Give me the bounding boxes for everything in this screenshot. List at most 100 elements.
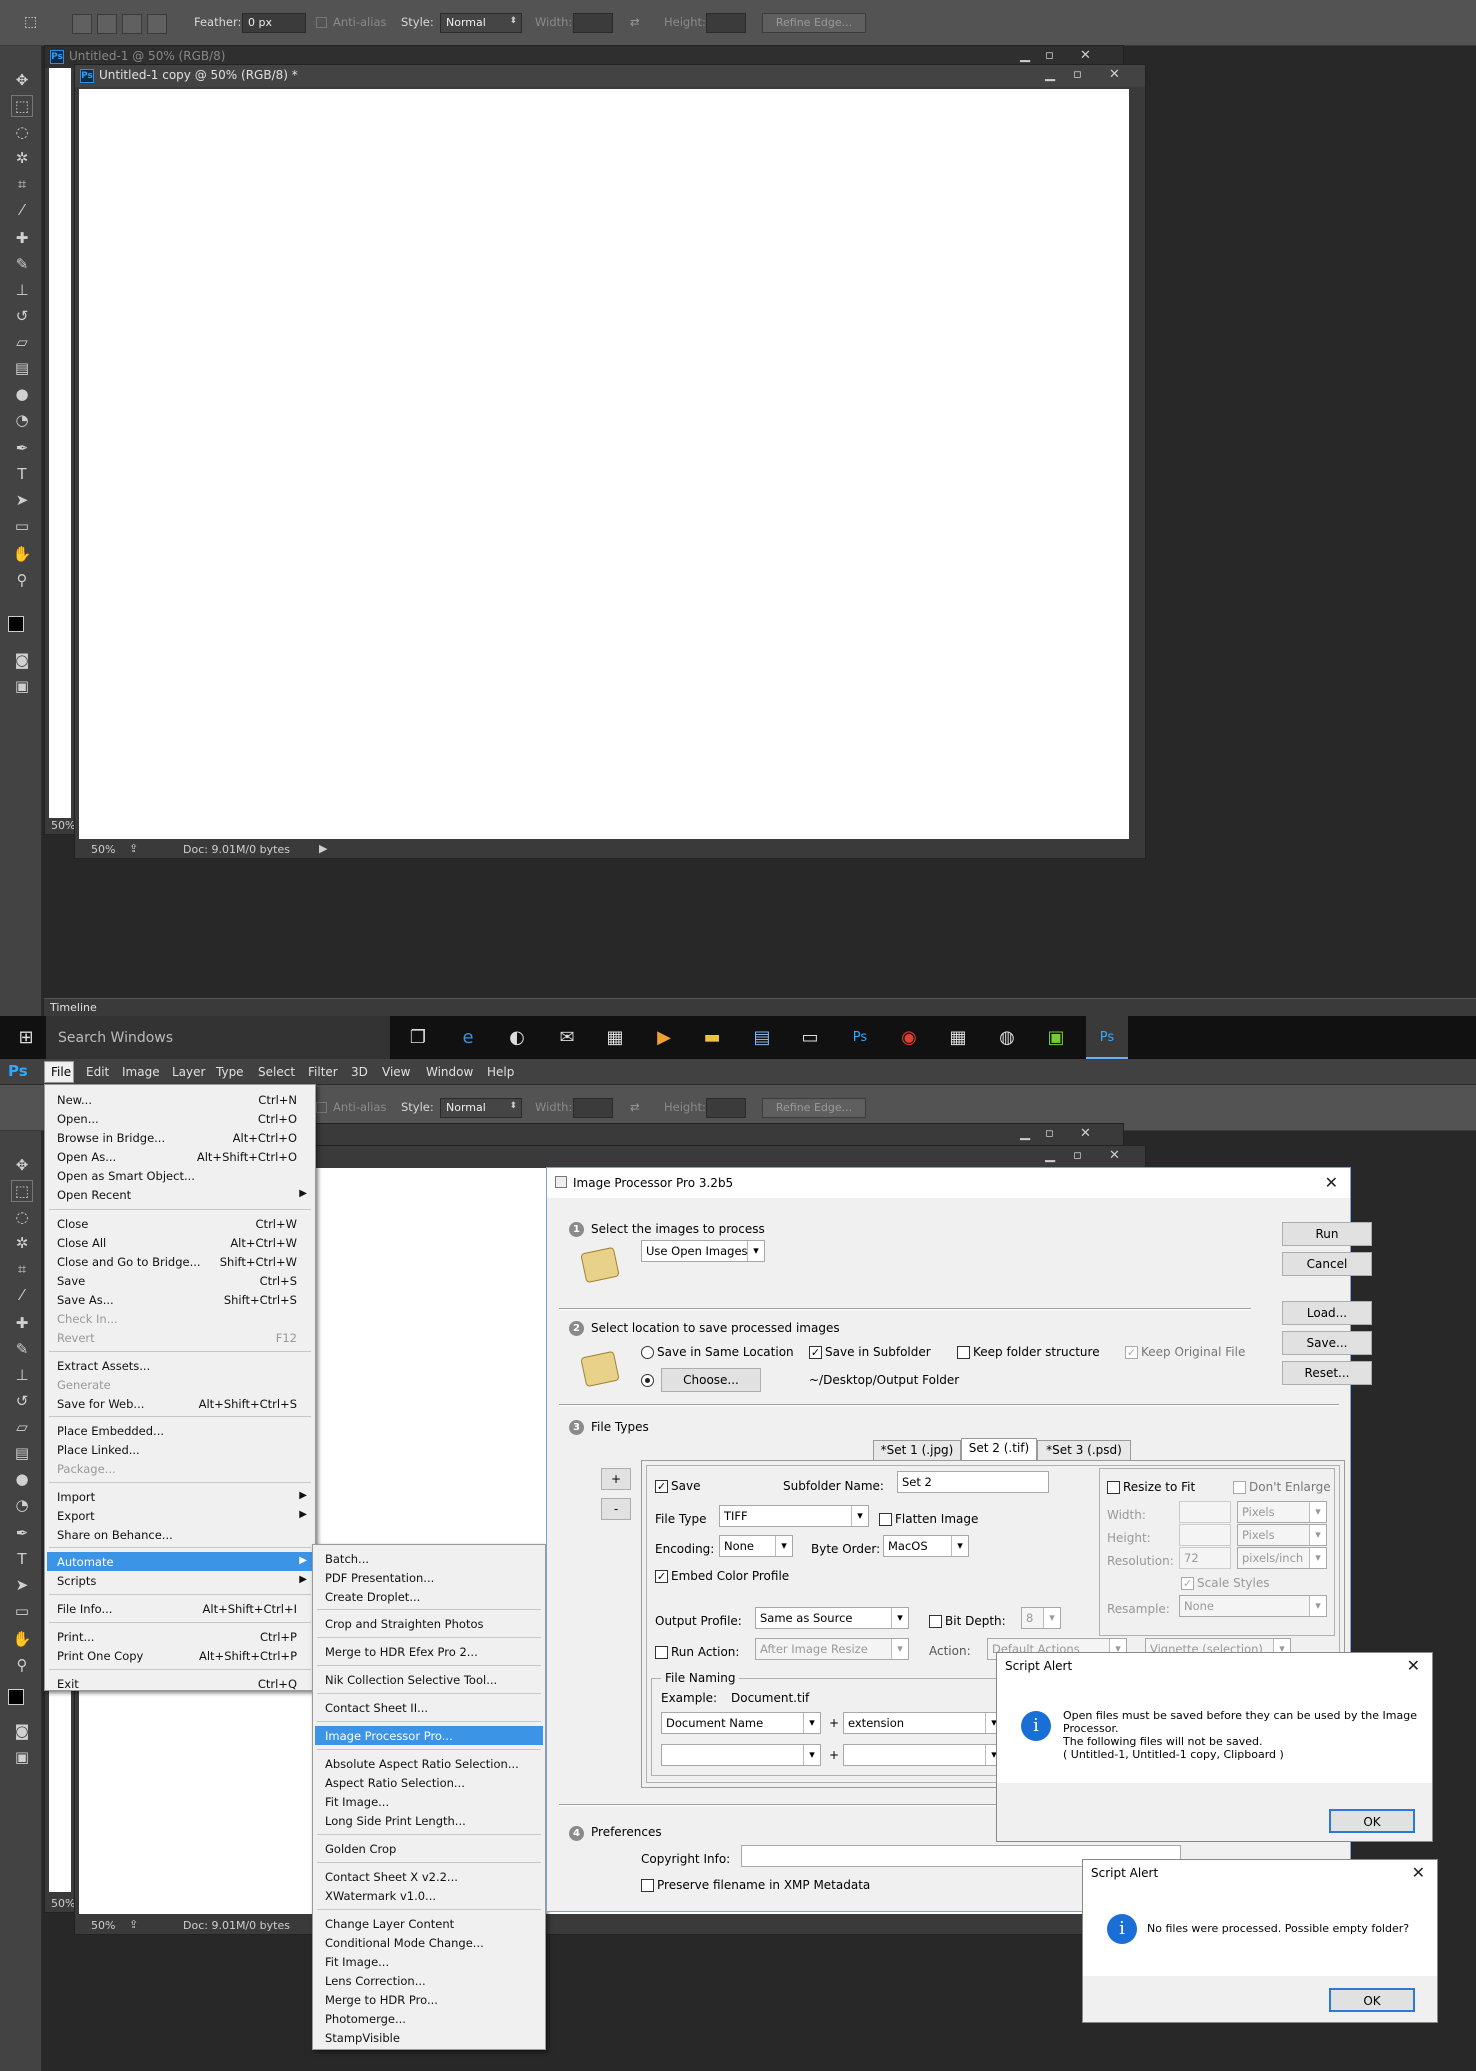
pen-tool-icon[interactable]: ✒ — [12, 438, 32, 458]
height-unit-select[interactable]: Pixels — [1237, 1524, 1327, 1546]
choose-radio[interactable] — [641, 1374, 654, 1387]
automate-menu-item[interactable]: Image Processor Pro... — [325, 1729, 453, 1743]
file-menu-item[interactable]: Close All — [57, 1236, 106, 1250]
naming-3-select[interactable] — [661, 1744, 821, 1766]
tab-set-1[interactable]: *Set 1 (.jpg) — [873, 1440, 961, 1460]
add-set-button[interactable]: + — [601, 1468, 631, 1490]
path-select-icon[interactable]: ➤ — [12, 1575, 32, 1595]
cancel-button[interactable]: Cancel — [1282, 1252, 1372, 1276]
feather-input[interactable]: 0 px — [242, 13, 306, 33]
file-menu-item[interactable]: Print One Copy — [57, 1649, 143, 1663]
store-icon[interactable]: ▦ — [603, 1026, 627, 1050]
height-input[interactable] — [1179, 1524, 1231, 1546]
eyedropper-icon[interactable]: ⁄ — [12, 200, 32, 220]
hand-tool-icon[interactable]: ✋ — [12, 544, 32, 564]
swap-icon[interactable]: ⇄ — [630, 15, 640, 29]
calculator-icon[interactable]: ▦ — [946, 1026, 970, 1050]
automate-menu-item[interactable]: Change Layer Content — [325, 1917, 454, 1931]
menu-window[interactable]: Window — [426, 1065, 473, 1079]
file-menu-item[interactable]: Automate — [57, 1555, 114, 1569]
subtract-selection-icon[interactable] — [122, 14, 142, 34]
status-arrow-icon[interactable]: ▶ — [319, 842, 327, 855]
lasso-tool-icon[interactable]: ◌ — [12, 1207, 32, 1227]
close-icon[interactable]: ✕ — [1080, 48, 1091, 63]
naming-2-select[interactable]: extension — [843, 1712, 1003, 1734]
ok-button[interactable]: OK — [1329, 1988, 1415, 2012]
reset-button[interactable]: Reset... — [1282, 1361, 1372, 1385]
run-action-checkbox[interactable] — [655, 1646, 668, 1659]
maximize-icon[interactable]: ▫ — [1045, 48, 1054, 63]
save-set-checkbox[interactable]: ✓ — [655, 1480, 668, 1493]
screen-mode-icon[interactable]: ▣ — [12, 1747, 32, 1767]
bit-depth-select[interactable]: 8 — [1021, 1607, 1061, 1629]
height-input[interactable] — [706, 13, 746, 33]
eyedropper-icon[interactable]: ⁄ — [12, 1285, 32, 1305]
file-menu-item[interactable]: Browse in Bridge... — [57, 1131, 165, 1145]
dodge-tool-icon[interactable]: ◔ — [12, 1495, 32, 1515]
search-box[interactable]: Search Windows — [46, 1016, 390, 1059]
automate-menu-item[interactable]: Create Droplet... — [325, 1590, 420, 1604]
automate-menu-item[interactable]: Lens Correction... — [325, 1974, 426, 1988]
resolution-unit-select[interactable]: pixels/inch — [1237, 1547, 1327, 1569]
file-menu-item[interactable]: Print... — [57, 1630, 94, 1644]
gradient-icon[interactable]: ▤ — [12, 358, 32, 378]
chrome-icon[interactable]: ◉ — [897, 1026, 921, 1050]
intersect-selection-icon[interactable] — [147, 14, 167, 34]
refine-edge-button[interactable]: Refine Edge... — [762, 1098, 866, 1118]
close-icon[interactable]: ✕ — [1407, 1656, 1420, 1675]
close-icon[interactable]: ✕ — [1412, 1863, 1425, 1882]
hand-tool-icon[interactable]: ✋ — [12, 1629, 32, 1649]
naming-4-select[interactable] — [843, 1744, 1003, 1766]
width-input[interactable] — [573, 13, 613, 33]
file-menu-item[interactable]: Place Embedded... — [57, 1424, 164, 1438]
file-menu-item[interactable]: Generate — [57, 1378, 111, 1392]
file-menu-item[interactable]: File Info... — [57, 1602, 112, 1616]
minimize-icon[interactable]: ▁ — [1045, 1148, 1055, 1163]
menu-layer[interactable]: Layer — [172, 1065, 205, 1079]
timeline-tab[interactable]: Timeline — [50, 1001, 97, 1014]
tab-set-3[interactable]: *Set 3 (.psd) — [1037, 1440, 1131, 1460]
file-menu-item[interactable]: Open as Smart Object... — [57, 1169, 195, 1183]
healing-brush-icon[interactable]: ✚ — [12, 228, 32, 248]
file-menu-item[interactable]: Open As... — [57, 1150, 116, 1164]
dodge-tool-icon[interactable]: ◔ — [12, 410, 32, 430]
healing-brush-icon[interactable]: ✚ — [12, 1313, 32, 1333]
crop-tool-icon[interactable]: ⌗ — [12, 174, 32, 194]
automate-menu-item[interactable]: Crop and Straighten Photos — [325, 1617, 483, 1631]
file-menu-item[interactable]: Open Recent — [57, 1188, 131, 1202]
quick-mask-icon[interactable]: ◙ — [12, 650, 32, 670]
cmd-icon[interactable]: ▭ — [798, 1026, 822, 1050]
magic-wand-icon[interactable]: ✲ — [12, 1233, 32, 1253]
history-brush-icon[interactable]: ↺ — [12, 1391, 32, 1411]
bit-depth-checkbox[interactable] — [929, 1615, 942, 1628]
encoding-select[interactable]: None — [719, 1535, 793, 1557]
file-menu-item[interactable]: Save — [57, 1274, 85, 1288]
lasso-tool-icon[interactable]: ◌ — [12, 122, 32, 142]
shape-tool-icon[interactable]: ▭ — [12, 1601, 32, 1621]
zoom-tool-icon[interactable]: ⚲ — [12, 570, 32, 590]
screen-mode-icon[interactable]: ▣ — [12, 676, 32, 696]
file-explorer-icon[interactable]: ▬ — [700, 1026, 724, 1050]
stamp-tool-icon[interactable]: ⊥ — [12, 280, 32, 300]
type-tool-icon[interactable]: T — [12, 464, 32, 484]
minimize-icon[interactable]: ▁ — [1045, 67, 1055, 82]
windows-start-icon[interactable]: ⊞ — [14, 1026, 38, 1050]
eraser-icon[interactable]: ▱ — [12, 332, 32, 352]
automate-menu-item[interactable]: XWatermark v1.0... — [325, 1889, 436, 1903]
style-select[interactable]: Normal — [440, 1098, 522, 1118]
menu-edit[interactable]: Edit — [86, 1065, 109, 1079]
embed-profile-checkbox[interactable]: ✓ — [655, 1570, 668, 1583]
resolution-input[interactable]: 72 — [1179, 1547, 1231, 1569]
automate-menu-item[interactable]: Aspect Ratio Selection... — [325, 1776, 465, 1790]
antialias-checkbox[interactable] — [316, 17, 327, 28]
file-menu-item[interactable]: Check In... — [57, 1312, 118, 1326]
dont-enlarge-checkbox[interactable] — [1233, 1481, 1246, 1494]
blur-tool-icon[interactable]: ● — [12, 1469, 32, 1489]
automate-menu-item[interactable]: Batch... — [325, 1552, 369, 1566]
brush-tool-icon[interactable]: ✎ — [12, 1339, 32, 1359]
menu-view[interactable]: View — [382, 1065, 410, 1079]
automate-menu-item[interactable]: Contact Sheet II... — [325, 1701, 428, 1715]
edge-icon[interactable]: e — [456, 1026, 480, 1050]
file-menu-item[interactable]: Place Linked... — [57, 1443, 140, 1457]
file-menu-item[interactable]: Exit — [57, 1677, 79, 1691]
